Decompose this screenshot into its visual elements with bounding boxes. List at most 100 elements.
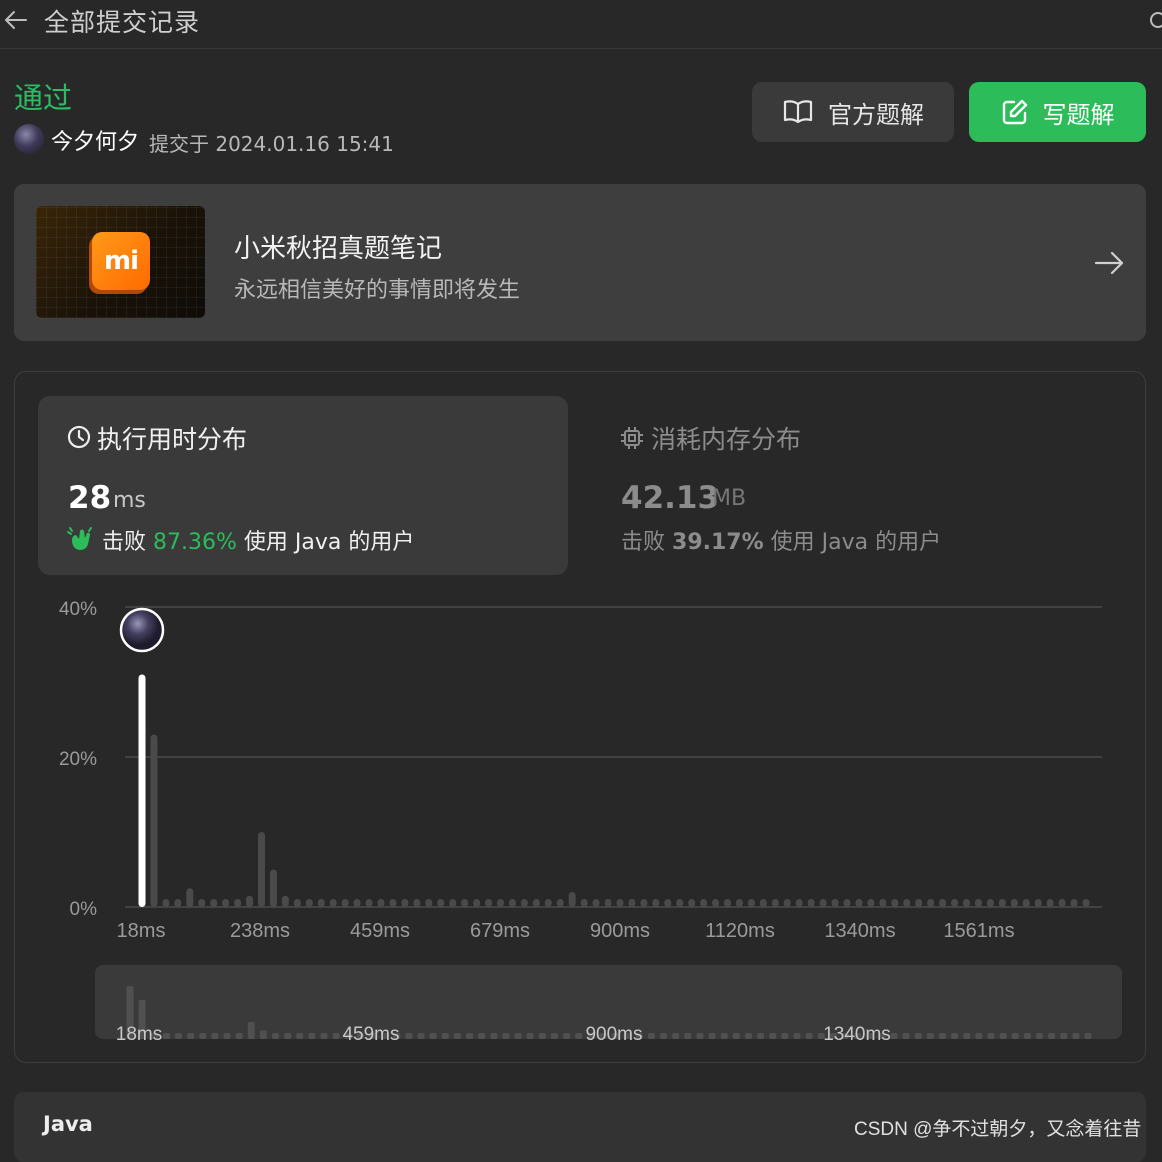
- x-tick-label: 900ms: [590, 920, 650, 942]
- mini-bar: [296, 1033, 304, 1039]
- mini-bar: [963, 1033, 971, 1039]
- mini-bar: [672, 1033, 680, 1039]
- chart-bar: [210, 899, 218, 907]
- chart-bar: [234, 899, 242, 907]
- chart-bar: [520, 899, 528, 907]
- mini-bar: [162, 1033, 170, 1039]
- chart-bar: [676, 899, 684, 907]
- mini-bar: [793, 1033, 801, 1039]
- chart-bar: [700, 899, 708, 907]
- watermark: CSDN @争不过朝夕，又念着往昔: [854, 1119, 1142, 1140]
- chart-bar: [544, 899, 552, 907]
- mini-bar: [1023, 1033, 1031, 1039]
- chart-bar: [222, 899, 230, 907]
- mini-bar: [951, 1033, 959, 1039]
- chart-bar: [389, 899, 397, 907]
- chart-bar: [628, 899, 636, 907]
- mini-bar: [538, 1033, 546, 1039]
- mini-bar: [769, 1033, 777, 1039]
- chart-bar: [855, 899, 863, 907]
- mini-bar: [575, 1033, 583, 1039]
- mini-bar: [320, 1033, 328, 1039]
- chart-bar: [377, 899, 385, 907]
- mini-bar: [1084, 1033, 1092, 1039]
- chart-bar: [724, 899, 732, 907]
- mini-bar: [890, 1033, 898, 1039]
- mini-bar: [478, 1033, 486, 1039]
- chart-bar: [437, 899, 445, 907]
- mini-bar: [441, 1033, 449, 1039]
- mini-tick-label: 1340ms: [823, 1024, 891, 1045]
- mini-bar: [684, 1033, 692, 1039]
- chart-bar: [281, 895, 289, 907]
- chart-bar: [640, 899, 648, 907]
- x-tick-label: 18ms: [117, 920, 166, 942]
- mini-bar: [417, 1033, 425, 1039]
- chart-bar: [1058, 899, 1066, 907]
- mini-bar: [987, 1033, 995, 1039]
- mini-bar: [502, 1033, 510, 1039]
- chart-bar: [1046, 899, 1054, 907]
- chart-bar: [879, 899, 887, 907]
- chart-bar: [413, 899, 421, 907]
- chart-bar: [580, 899, 588, 907]
- chart-bar: [903, 899, 911, 907]
- chart-bar: [353, 899, 361, 907]
- chart-bar: [1010, 899, 1018, 907]
- chart-bar: [293, 899, 301, 907]
- chart-bar: [939, 899, 947, 907]
- chart-bar: [604, 899, 612, 907]
- mini-bar: [902, 1033, 910, 1039]
- chart-bar: [771, 899, 779, 907]
- mini-bar: [453, 1033, 461, 1039]
- mini-bar: [514, 1033, 522, 1039]
- chart-bar: [174, 899, 182, 907]
- x-tick-label: 238ms: [230, 920, 290, 942]
- mini-bar: [175, 1033, 183, 1039]
- chart-bar: [508, 899, 516, 907]
- chart-bar: [401, 899, 409, 907]
- mini-bar: [660, 1033, 668, 1039]
- chart-bar: [198, 899, 206, 907]
- chart-bar: [963, 899, 971, 907]
- chart-bar: [485, 899, 493, 907]
- mini-bar: [781, 1033, 789, 1039]
- mini-bar: [490, 1033, 498, 1039]
- mini-bar: [199, 1033, 207, 1039]
- mini-bar: [223, 1033, 231, 1039]
- chart-bar: [998, 899, 1006, 907]
- mini-bar: [805, 1033, 813, 1039]
- chart-bar: [186, 888, 194, 907]
- chart-bar: [974, 899, 982, 907]
- chart-bar: [831, 899, 839, 907]
- chart-bar: [496, 899, 504, 907]
- chart-bar: [652, 899, 660, 907]
- runtime-distribution-chart[interactable]: 0% 20% 40% 18ms 238ms 459ms 679ms 900ms 1120ms 13…: [0, 0, 1162, 1060]
- mini-bar: [732, 1033, 740, 1039]
- chart-bar: [951, 899, 959, 907]
- code-language: Java: [43, 1112, 93, 1136]
- mini-bar: [914, 1033, 922, 1039]
- y-tick-label: 20%: [59, 749, 97, 770]
- mini-bar: [708, 1033, 716, 1039]
- chart-bar: [759, 899, 767, 907]
- chart-bar: [162, 899, 170, 907]
- mini-bar: [429, 1033, 437, 1039]
- mini-bar: [744, 1033, 752, 1039]
- chart-bar: [688, 899, 696, 907]
- mini-bar: [1072, 1033, 1080, 1039]
- mini-bar: [757, 1033, 765, 1039]
- chart-bar: [329, 899, 337, 907]
- chart-bar: [257, 832, 265, 907]
- mini-bar: [926, 1033, 934, 1039]
- mini-bar: [999, 1033, 1007, 1039]
- chart-bar: [891, 899, 899, 907]
- mini-bar: [259, 1030, 267, 1039]
- mini-bar: [720, 1033, 728, 1039]
- chart-bar: [927, 899, 935, 907]
- chart-bar: [317, 899, 325, 907]
- mini-bar: [187, 1033, 195, 1039]
- chart-bar: [616, 899, 624, 907]
- mini-bar: [938, 1033, 946, 1039]
- chart-bar: [341, 899, 349, 907]
